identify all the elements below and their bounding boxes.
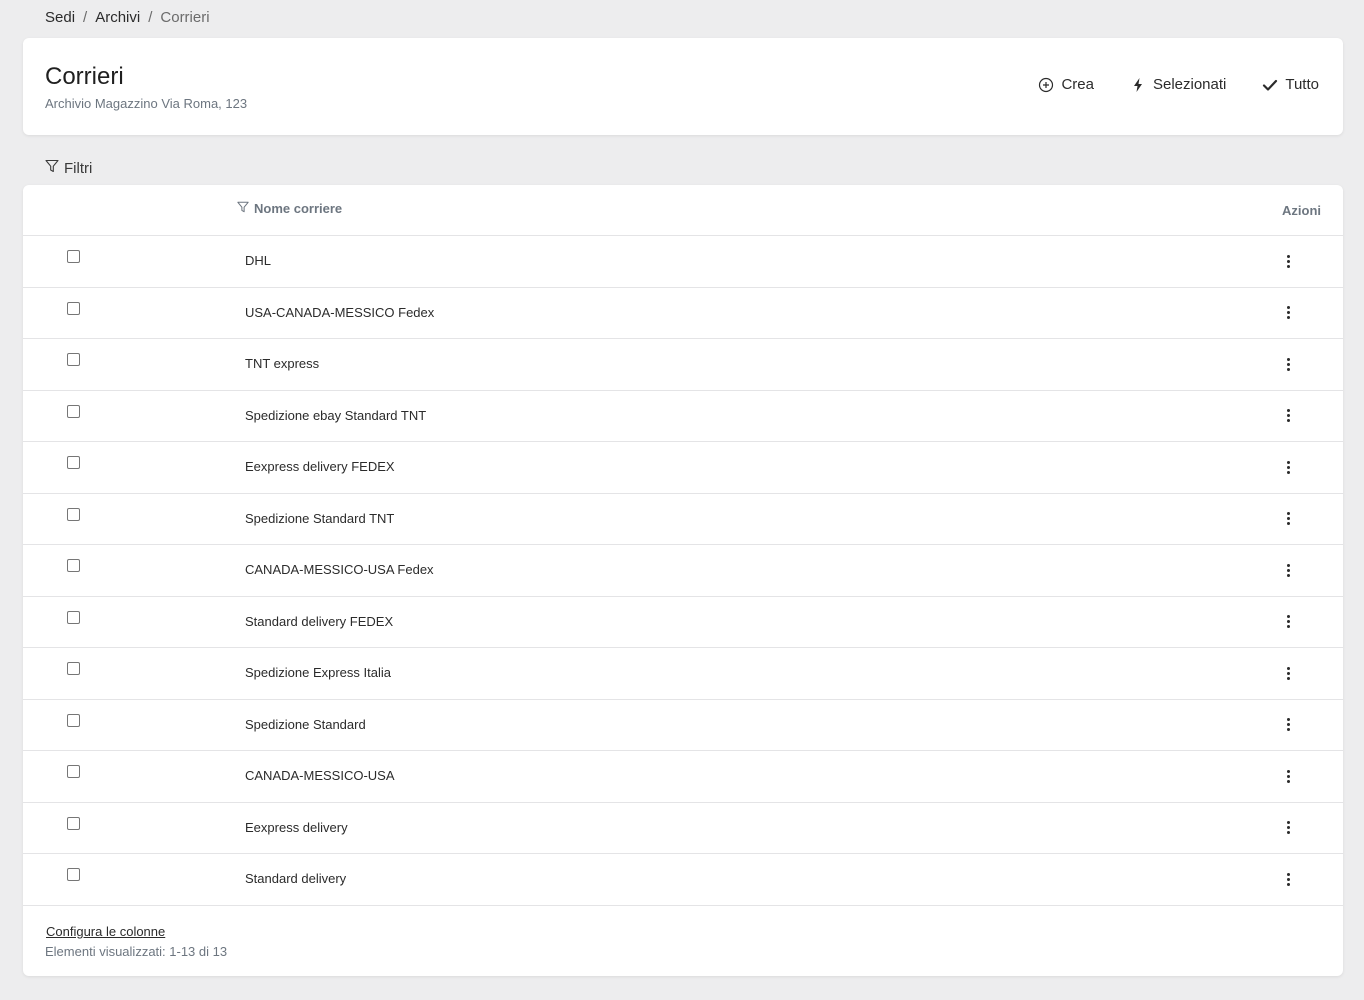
- courier-name: Spedizione Express Italia: [245, 665, 391, 680]
- breadcrumb: Sedi / Archivi / Corrieri: [45, 9, 210, 26]
- courier-name: TNT express: [245, 356, 320, 371]
- table-row: USA-CANADA-MESSICO Fedex: [23, 288, 1343, 339]
- row-checkbox[interactable]: [67, 404, 80, 418]
- breadcrumb-separator: /: [148, 9, 153, 26]
- kebab-menu-icon[interactable]: [1283, 511, 1293, 527]
- table-row: CANADA-MESSICO-USA: [23, 751, 1343, 803]
- table-row: Eexpress delivery FEDEX: [23, 442, 1343, 494]
- column-header-name[interactable]: Nome corriere: [237, 201, 342, 216]
- kebab-menu-icon[interactable]: [1283, 665, 1293, 681]
- create-button[interactable]: Crea: [1038, 76, 1094, 93]
- table-row: TNT express: [23, 339, 1343, 391]
- row-checkbox[interactable]: [67, 765, 80, 778]
- filter-icon: [45, 159, 59, 177]
- row-checkbox[interactable]: [67, 713, 80, 727]
- kebab-menu-icon[interactable]: [1283, 356, 1293, 372]
- breadcrumb-item-current: Corrieri: [160, 9, 210, 26]
- courier-name: CANADA-MESSICO-USA Fedex: [245, 562, 434, 577]
- row-checkbox[interactable]: [67, 610, 80, 624]
- courier-name: Standard delivery FEDEX: [245, 613, 394, 629]
- row-checkbox[interactable]: [67, 353, 80, 366]
- row-checkbox[interactable]: [67, 662, 80, 675]
- header-actions: Crea Selezionati Tutto: [1038, 76, 1319, 93]
- row-checkbox[interactable]: [67, 816, 80, 830]
- courier-name: Spedizione ebay Standard TNT: [245, 407, 427, 423]
- table-row: Spedizione Standard TNT: [23, 494, 1343, 545]
- kebab-menu-icon[interactable]: [1283, 253, 1293, 269]
- select-all-button-label: Tutto: [1285, 76, 1319, 93]
- table-row: Spedizione Standard: [23, 700, 1343, 751]
- kebab-menu-icon[interactable]: [1283, 614, 1293, 630]
- kebab-menu-icon[interactable]: [1283, 562, 1293, 578]
- breadcrumb-item-archivi[interactable]: Archivi: [95, 9, 140, 26]
- table-row: Spedizione ebay Standard TNT: [23, 391, 1343, 442]
- row-checkbox[interactable]: [67, 868, 80, 881]
- kebab-menu-icon[interactable]: [1283, 768, 1293, 784]
- couriers-table: Nome corriere Azioni DHL USA-CANADA-MESSI…: [23, 185, 1343, 976]
- filter-icon: [237, 201, 249, 216]
- create-button-label: Crea: [1061, 76, 1094, 93]
- table-row: Standard delivery FEDEX: [23, 597, 1343, 648]
- courier-name: Eexpress delivery: [245, 819, 348, 835]
- courier-name: Spedizione Standard TNT: [245, 510, 395, 526]
- column-header-actions: Azioni: [1282, 203, 1321, 218]
- column-header-name-label: Nome corriere: [254, 201, 343, 216]
- table-row: Spedizione Express Italia: [23, 648, 1343, 700]
- table-row: Standard delivery: [23, 854, 1343, 906]
- row-checkbox[interactable]: [67, 250, 80, 263]
- page-subtitle: Archivio Magazzino Via Roma, 123: [45, 96, 248, 111]
- row-checkbox[interactable]: [67, 456, 80, 469]
- courier-name: Eexpress delivery FEDEX: [245, 459, 395, 474]
- configure-columns-link[interactable]: Configura le colonne: [46, 924, 165, 939]
- selected-button[interactable]: Selezionati: [1130, 76, 1226, 93]
- table-body: DHL USA-CANADA-MESSICO Fedex TNT express Sp…: [23, 236, 1343, 906]
- table-row: Eexpress delivery: [23, 803, 1343, 854]
- row-checkbox[interactable]: [67, 301, 80, 315]
- table-row: DHL: [23, 236, 1343, 288]
- courier-name: DHL: [245, 253, 272, 268]
- filters-toggle[interactable]: Filtri: [45, 159, 92, 177]
- page-title: Corrieri: [45, 63, 124, 90]
- kebab-menu-icon[interactable]: [1283, 305, 1293, 321]
- items-count: Elementi visualizzati: 1-13 di 13: [45, 944, 228, 959]
- plus-circle-icon: [1038, 77, 1054, 93]
- courier-name: CANADA-MESSICO-USA: [245, 768, 395, 783]
- kebab-menu-icon[interactable]: [1283, 871, 1293, 887]
- kebab-menu-icon[interactable]: [1283, 717, 1293, 733]
- bolt-icon: [1130, 77, 1146, 93]
- kebab-menu-icon[interactable]: [1283, 408, 1293, 424]
- select-all-button[interactable]: Tutto: [1262, 76, 1319, 93]
- courier-name: USA-CANADA-MESSICO Fedex: [245, 304, 435, 320]
- table-header: Nome corriere Azioni: [23, 185, 1343, 236]
- courier-name: Spedizione Standard: [245, 716, 366, 732]
- selected-button-label: Selezionati: [1152, 76, 1227, 93]
- kebab-menu-icon[interactable]: [1283, 820, 1293, 836]
- page-header: Corrieri Archivio Magazzino Via Roma, 12…: [23, 38, 1343, 135]
- check-icon: [1262, 77, 1278, 93]
- kebab-menu-icon[interactable]: [1283, 459, 1293, 475]
- filters-label: Filtri: [64, 159, 93, 177]
- row-checkbox[interactable]: [67, 559, 80, 572]
- breadcrumb-item-sedi[interactable]: Sedi: [45, 9, 75, 26]
- table-row: CANADA-MESSICO-USA Fedex: [23, 545, 1343, 597]
- breadcrumb-separator: /: [83, 9, 88, 26]
- row-checkbox[interactable]: [67, 507, 80, 521]
- courier-name: Standard delivery: [245, 871, 347, 886]
